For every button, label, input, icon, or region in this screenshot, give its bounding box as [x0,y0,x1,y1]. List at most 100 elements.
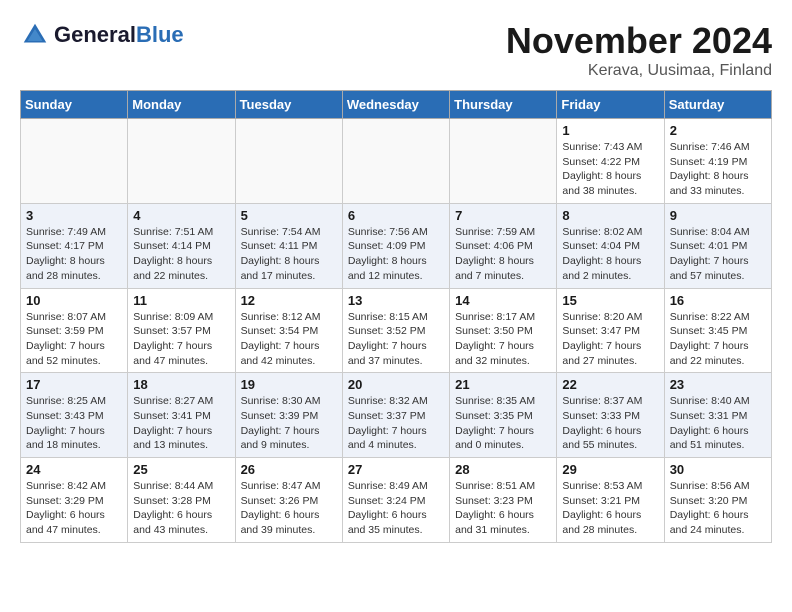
weekday-header: Sunday [21,91,128,119]
day-number: 30 [670,462,766,477]
day-info: Sunrise: 8:22 AM Sunset: 3:45 PM Dayligh… [670,310,766,369]
day-info: Sunrise: 8:17 AM Sunset: 3:50 PM Dayligh… [455,310,551,369]
calendar-cell: 5 Sunrise: 7:54 AM Sunset: 4:11 PM Daylig… [235,203,342,288]
day-number: 6 [348,208,444,223]
calendar-cell: 18Sunrise: 8:27 AM Sunset: 3:41 PM Dayli… [128,373,235,458]
calendar-cell: 22 Sunrise: 8:37 AM Sunset: 3:33 PM Dayli… [557,373,664,458]
day-info: Sunrise: 7:51 AM Sunset: 4:14 PM Dayligh… [133,225,229,284]
calendar-week-row: 17 Sunrise: 8:25 AM Sunset: 3:43 PM Dayli… [21,373,772,458]
calendar-cell: 20Sunrise: 8:32 AM Sunset: 3:37 PM Dayli… [342,373,449,458]
calendar-cell: 10 Sunrise: 8:07 AM Sunset: 3:59 PM Dayli… [21,288,128,373]
day-number: 26 [241,462,337,477]
weekday-header: Friday [557,91,664,119]
day-number: 25 [133,462,229,477]
weekday-header: Wednesday [342,91,449,119]
weekday-header: Monday [128,91,235,119]
day-number: 27 [348,462,444,477]
logo: GeneralBlue [20,20,184,50]
day-info: Sunrise: 7:46 AM Sunset: 4:19 PM Dayligh… [670,140,766,199]
weekday-header-row: SundayMondayTuesdayWednesdayThursdayFrid… [21,91,772,119]
day-number: 14 [455,293,551,308]
calendar-cell [450,119,557,204]
day-info: Sunrise: 8:15 AM Sunset: 3:52 PM Dayligh… [348,310,444,369]
logo-blue: Blue [136,22,184,47]
calendar-cell [128,119,235,204]
calendar-cell: 21 Sunrise: 8:35 AM Sunset: 3:35 PM Dayli… [450,373,557,458]
day-number: 24 [26,462,122,477]
day-info: Sunrise: 7:49 AM Sunset: 4:17 PM Dayligh… [26,225,122,284]
day-info: Sunrise: 8:09 AM Sunset: 3:57 PM Dayligh… [133,310,229,369]
day-number: 9 [670,208,766,223]
day-number: 5 [241,208,337,223]
logo-general: General [54,22,136,47]
month-title: November 2024 [506,20,772,62]
calendar-cell: 30 Sunrise: 8:56 AM Sunset: 3:20 PM Dayli… [664,458,771,543]
day-number: 8 [562,208,658,223]
calendar: SundayMondayTuesdayWednesdayThursdayFrid… [20,90,772,543]
day-number: 20 [348,377,444,392]
calendar-cell: 23 Sunrise: 8:40 AM Sunset: 3:31 PM Dayli… [664,373,771,458]
day-info: Sunrise: 8:44 AM Sunset: 3:28 PM Dayligh… [133,479,229,538]
calendar-cell: 17 Sunrise: 8:25 AM Sunset: 3:43 PM Dayli… [21,373,128,458]
day-info: Sunrise: 8:49 AM Sunset: 3:24 PM Dayligh… [348,479,444,538]
day-info: Sunrise: 7:59 AM Sunset: 4:06 PM Dayligh… [455,225,551,284]
calendar-cell: 12 Sunrise: 8:12 AM Sunset: 3:54 PM Dayli… [235,288,342,373]
day-info: Sunrise: 8:30 AM Sunset: 3:39 PM Dayligh… [241,394,337,453]
day-number: 12 [241,293,337,308]
calendar-cell: 14 Sunrise: 8:17 AM Sunset: 3:50 PM Dayli… [450,288,557,373]
day-info: Sunrise: 8:04 AM Sunset: 4:01 PM Dayligh… [670,225,766,284]
day-number: 4 [133,208,229,223]
day-number: 19 [241,377,337,392]
calendar-cell [21,119,128,204]
calendar-cell: 25 Sunrise: 8:44 AM Sunset: 3:28 PM Dayli… [128,458,235,543]
day-number: 21 [455,377,551,392]
day-number: 10 [26,293,122,308]
day-number: 29 [562,462,658,477]
calendar-cell: 16 Sunrise: 8:22 AM Sunset: 3:45 PM Dayli… [664,288,771,373]
calendar-cell: 3 Sunrise: 7:49 AM Sunset: 4:17 PM Daylig… [21,203,128,288]
calendar-cell: 29Sunrise: 8:53 AM Sunset: 3:21 PM Dayli… [557,458,664,543]
day-info: Sunrise: 8:27 AM Sunset: 3:41 PM Dayligh… [133,394,229,453]
day-number: 7 [455,208,551,223]
location-title: Kerava, Uusimaa, Finland [506,62,772,80]
header: GeneralBlue November 2024 Kerava, Uusima… [20,20,772,80]
calendar-week-row: 3 Sunrise: 7:49 AM Sunset: 4:17 PM Daylig… [21,203,772,288]
day-number: 16 [670,293,766,308]
day-info: Sunrise: 7:54 AM Sunset: 4:11 PM Dayligh… [241,225,337,284]
day-number: 15 [562,293,658,308]
calendar-cell: 8 Sunrise: 8:02 AM Sunset: 4:04 PM Daylig… [557,203,664,288]
day-info: Sunrise: 8:56 AM Sunset: 3:20 PM Dayligh… [670,479,766,538]
day-number: 3 [26,208,122,223]
day-info: Sunrise: 7:43 AM Sunset: 4:22 PM Dayligh… [562,140,658,199]
day-info: Sunrise: 8:47 AM Sunset: 3:26 PM Dayligh… [241,479,337,538]
weekday-header: Saturday [664,91,771,119]
day-number: 23 [670,377,766,392]
day-info: Sunrise: 8:51 AM Sunset: 3:23 PM Dayligh… [455,479,551,538]
day-info: Sunrise: 8:07 AM Sunset: 3:59 PM Dayligh… [26,310,122,369]
logo-icon [20,20,50,50]
day-info: Sunrise: 8:02 AM Sunset: 4:04 PM Dayligh… [562,225,658,284]
day-info: Sunrise: 8:42 AM Sunset: 3:29 PM Dayligh… [26,479,122,538]
day-number: 1 [562,123,658,138]
day-info: Sunrise: 8:12 AM Sunset: 3:54 PM Dayligh… [241,310,337,369]
day-number: 17 [26,377,122,392]
calendar-cell [235,119,342,204]
calendar-week-row: 10 Sunrise: 8:07 AM Sunset: 3:59 PM Dayli… [21,288,772,373]
calendar-cell: 28 Sunrise: 8:51 AM Sunset: 3:23 PM Dayli… [450,458,557,543]
calendar-cell [342,119,449,204]
calendar-cell: 6Sunrise: 7:56 AM Sunset: 4:09 PM Daylig… [342,203,449,288]
day-info: Sunrise: 8:25 AM Sunset: 3:43 PM Dayligh… [26,394,122,453]
calendar-week-row: 1 Sunrise: 7:43 AM Sunset: 4:22 PM Daylig… [21,119,772,204]
day-info: Sunrise: 8:40 AM Sunset: 3:31 PM Dayligh… [670,394,766,453]
weekday-header: Tuesday [235,91,342,119]
day-number: 22 [562,377,658,392]
calendar-cell: 4 Sunrise: 7:51 AM Sunset: 4:14 PM Daylig… [128,203,235,288]
calendar-cell: 24 Sunrise: 8:42 AM Sunset: 3:29 PM Dayli… [21,458,128,543]
day-info: Sunrise: 8:35 AM Sunset: 3:35 PM Dayligh… [455,394,551,453]
day-number: 2 [670,123,766,138]
calendar-cell: 27 Sunrise: 8:49 AM Sunset: 3:24 PM Dayli… [342,458,449,543]
day-number: 28 [455,462,551,477]
day-info: Sunrise: 8:37 AM Sunset: 3:33 PM Dayligh… [562,394,658,453]
calendar-cell: 9 Sunrise: 8:04 AM Sunset: 4:01 PM Daylig… [664,203,771,288]
calendar-cell: 11Sunrise: 8:09 AM Sunset: 3:57 PM Dayli… [128,288,235,373]
